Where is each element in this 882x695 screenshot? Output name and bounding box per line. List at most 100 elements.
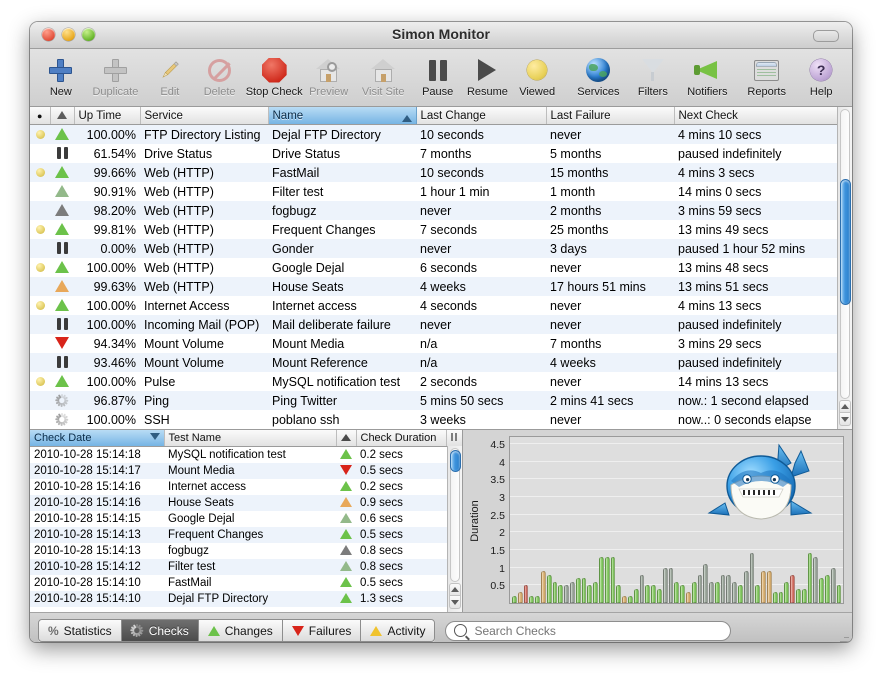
toolbar-button-resume[interactable]: Resume [463,53,513,98]
chart-bar [616,585,622,603]
cell-service: Mount Volume [140,353,268,372]
cell-name: MySQL notification test [268,372,416,391]
table-row[interactable]: 61.54% Drive Status Drive Status 7 months 5 … [30,144,852,163]
table-row[interactable]: 100.00% FTP Directory Listing Dejal FTP Di… [30,124,852,144]
table-row[interactable]: 93.46% Mount Volume Mount Reference n/a 4 we… [30,353,852,372]
list-item[interactable]: 2010-10-28 15:14:16 House Seats 0.9 secs [30,495,462,511]
cell-viewed [30,258,50,277]
toolbar-button-edit[interactable]: Edit [145,53,195,98]
list-item[interactable]: 2010-10-28 15:14:15 Google Dejal 0.6 secs [30,511,462,527]
monitor-table-scrollbar[interactable] [837,107,852,429]
list-item[interactable]: 2010-10-28 15:14:10 Dejal FTP Directory 1.… [30,591,462,607]
monitor-col-status[interactable] [50,107,75,125]
toolbar-button-notifiers[interactable]: Notifiers [678,53,737,98]
cell-check-date: 2010-10-28 15:14:16 [30,495,164,511]
monitor-col-name[interactable]: Name [268,107,417,125]
cell-viewed [30,220,50,239]
table-row[interactable]: 90.91% Web (HTTP) Filter test 1 hour 1 min 1… [30,182,852,201]
tab-activity[interactable]: Activity [361,620,435,641]
cell-test-name: Filter test [164,559,336,575]
cell-uptime: 61.54% [74,144,140,163]
toolbar-button-new[interactable]: New [36,53,86,98]
red-triangle-icon [291,625,304,636]
scroll-up-arrow[interactable] [449,583,461,596]
cell-last-failure: never [546,315,674,334]
checks-table: Check Date Test Name Check Duration 2010… [30,430,462,607]
toolbar-label: Reports [747,86,786,98]
monitor-col-uptime[interactable]: Up Time [74,107,141,125]
cell-status [50,334,74,353]
list-item[interactable]: 2010-10-28 15:14:17 Mount Media 0.5 secs [30,463,462,479]
cell-name: Frequent Changes [268,220,416,239]
table-row[interactable]: 100.00% Internet Access Internet access 4 s… [30,296,852,315]
toolbar-button-duplicate[interactable]: Duplicate [86,53,145,98]
chart-bar [836,585,842,603]
toolbar-button-viewed[interactable]: Viewed [512,53,562,98]
list-item[interactable]: 2010-10-28 15:14:16 Internet access 0.2 se… [30,479,462,495]
monitor-col-last_change[interactable]: Last Change [416,107,547,125]
cell-next-check: 13 mins 51 secs [674,277,837,296]
table-row[interactable]: 100.00% Incoming Mail (POP) Mail deliberat… [30,315,852,334]
tab-checks[interactable]: Checks [121,620,199,641]
cell-viewed [30,353,50,372]
cell-viewed [30,410,50,429]
checks-col-check-date[interactable]: Check Date [30,430,165,447]
scroll-down-arrow[interactable] [839,413,851,426]
toolbar-button-delete[interactable]: Delete [195,53,245,98]
table-row[interactable]: 94.34% Mount Volume Mount Media n/a 7 months… [30,334,852,353]
list-item[interactable]: 2010-10-28 15:14:10 FastMail 0.5 secs [30,575,462,591]
cell-duration: 0.2 secs [356,479,446,495]
checks-scrollbar[interactable] [447,446,462,612]
toolbar-toggle-button[interactable] [813,30,839,42]
checks-col-test-name[interactable]: Test Name [164,430,337,447]
chart-bar [593,581,598,603]
scrollbar-arrows[interactable] [449,583,461,611]
cell-status [336,527,356,543]
megaphone-icon [694,55,720,85]
search-field[interactable] [445,620,732,641]
viewed-dot-icon [35,262,45,272]
table-row[interactable]: 100.00% SSH poblano ssh 3 weeks never now..: … [30,410,852,429]
tab-statistics[interactable]: % Statistics [39,620,122,641]
table-row[interactable]: 99.81% Web (HTTP) Frequent Changes 7 second… [30,220,852,239]
toolbar-button-stop-check[interactable]: Stop Check [245,53,304,98]
monitor-col-viewed[interactable]: ● [30,107,51,125]
scroll-up-arrow[interactable] [839,400,851,413]
list-item[interactable]: 2010-10-28 15:14:13 fogbugz 0.8 secs [30,543,462,559]
table-row[interactable]: 99.63% Web (HTTP) House Seats 4 weeks 17 hou… [30,277,852,296]
monitor-col-service[interactable]: Service [140,107,269,125]
scrollbar-thumb[interactable] [450,450,461,472]
toolbar-button-help[interactable]: ? Help [796,53,846,98]
scrollbar-arrows[interactable] [839,400,851,428]
checks-col-check-duration[interactable]: Check Duration [356,430,447,447]
monitor-col-last_failure[interactable]: Last Failure [546,107,675,125]
cell-status [50,201,74,220]
list-item[interactable]: 2010-10-28 15:14:12 Filter test 0.8 secs [30,559,462,575]
cell-uptime: 94.34% [74,334,140,353]
sort-asc-icon [401,114,412,122]
tab-failures[interactable]: Failures [282,620,362,641]
tab-changes[interactable]: Changes [198,620,283,641]
cell-status [336,446,356,463]
monitor-col-next_check[interactable]: Next Check [674,107,838,125]
list-item[interactable]: 2010-10-28 15:14:18 MySQL notification te… [30,446,462,463]
checks-col-resize-grip[interactable] [446,430,462,447]
toolbar-button-filters[interactable]: Filters [628,53,678,98]
scrollbar-thumb[interactable] [840,179,851,305]
list-item[interactable]: 2010-10-28 15:14:13 Frequent Changes 0.5 s… [30,527,462,543]
window-resize-grip[interactable] [836,633,849,642]
toolbar-button-visit-site[interactable]: Visit Site [354,53,413,98]
table-row[interactable]: 100.00% Web (HTTP) Google Dejal 6 seconds ne… [30,258,852,277]
table-row[interactable]: 99.66% Web (HTTP) FastMail 10 seconds 15 mon… [30,163,852,182]
search-input[interactable] [472,622,723,639]
table-row[interactable]: 0.00% Web (HTTP) Gonder never 3 days paused 1… [30,239,852,258]
toolbar-button-pause[interactable]: Pause [413,53,463,98]
checks-col-status[interactable] [336,430,357,447]
toolbar-button-preview[interactable]: Preview [304,53,354,98]
toolbar-button-reports[interactable]: Reports [737,53,796,98]
table-row[interactable]: 96.87% Ping Ping Twitter 5 mins 50 secs 2 mi… [30,391,852,410]
table-row[interactable]: 100.00% Pulse MySQL notification test 2 sec… [30,372,852,391]
scroll-down-arrow[interactable] [449,596,461,609]
toolbar-button-services[interactable]: Services [569,53,628,98]
table-row[interactable]: 98.20% Web (HTTP) fogbugz never 2 months 3 mi… [30,201,852,220]
